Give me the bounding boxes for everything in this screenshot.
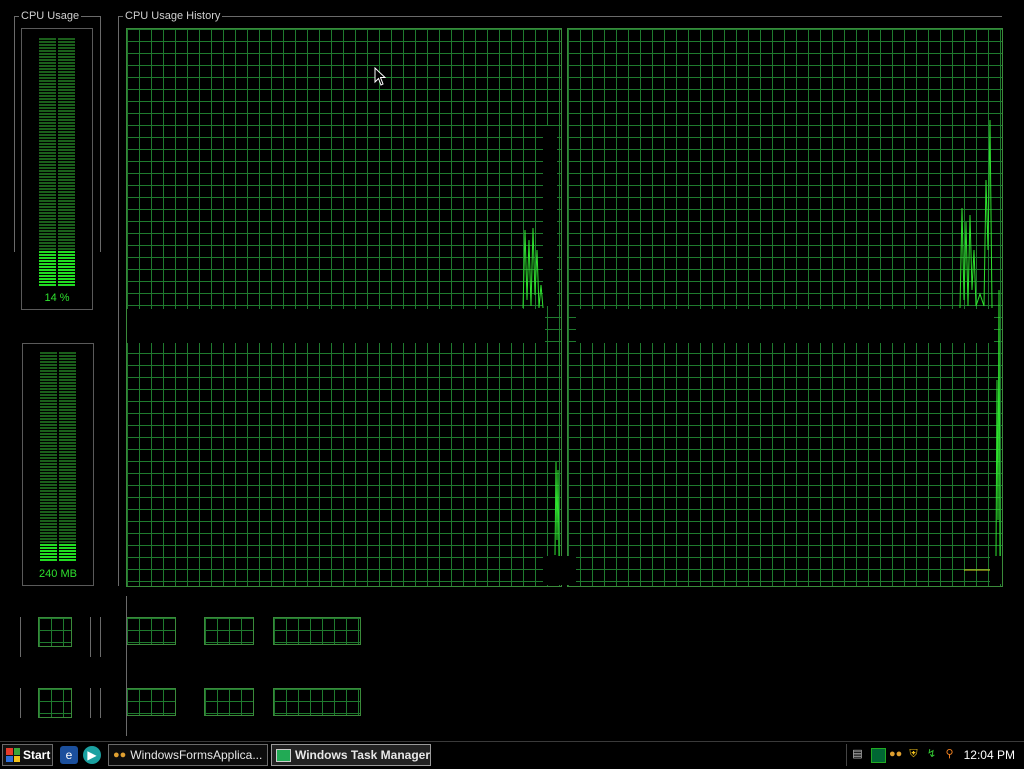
task-label: Windows Task Manager <box>294 748 430 762</box>
cpu-history-trace-1 <box>522 119 1001 571</box>
start-label: Start <box>23 748 51 762</box>
safely-remove-icon[interactable]: ↯ <box>925 748 938 761</box>
page-file-history-fragment <box>273 617 361 645</box>
ie-icon[interactable]: e <box>60 746 78 764</box>
taskbar: Start e ▶ ●● WindowsFormsApplica... Wind… <box>0 741 1024 769</box>
security-shield-icon[interactable]: ⛨ <box>907 748 920 761</box>
mini-meter-fragment <box>38 617 72 647</box>
windows-logo-icon <box>6 748 20 762</box>
app-icon: ●● <box>113 749 127 761</box>
page-file-history-fragment <box>126 688 176 716</box>
page-file-history-fragment <box>273 688 361 716</box>
keyboard-icon[interactable]: ▤ <box>851 748 864 761</box>
clock[interactable]: 12:04 PM <box>964 748 1015 762</box>
page-file-history-fragment <box>204 617 254 645</box>
messenger-icon[interactable]: ●● <box>889 748 902 761</box>
page-file-history-fragment <box>126 617 176 645</box>
taskbar-button-windowsformsapplication[interactable]: ●● WindowsFormsApplica... <box>108 744 268 766</box>
mouse-cursor-icon <box>374 67 387 86</box>
system-tray: ▤ ●● ⛨ ↯ ⚲ 12:04 PM <box>846 744 1023 766</box>
start-button[interactable]: Start <box>2 744 53 766</box>
mini-meter-fragment <box>38 688 72 718</box>
search-icon[interactable]: ⚲ <box>943 748 956 761</box>
taskbar-button-task-manager[interactable]: Windows Task Manager <box>271 744 431 766</box>
page-file-history-fragment <box>204 688 254 716</box>
task-manager-icon <box>276 748 291 762</box>
media-player-icon[interactable]: ▶ <box>83 746 101 764</box>
network-icon[interactable] <box>871 748 886 763</box>
task-label: WindowsFormsApplica... <box>130 748 263 762</box>
